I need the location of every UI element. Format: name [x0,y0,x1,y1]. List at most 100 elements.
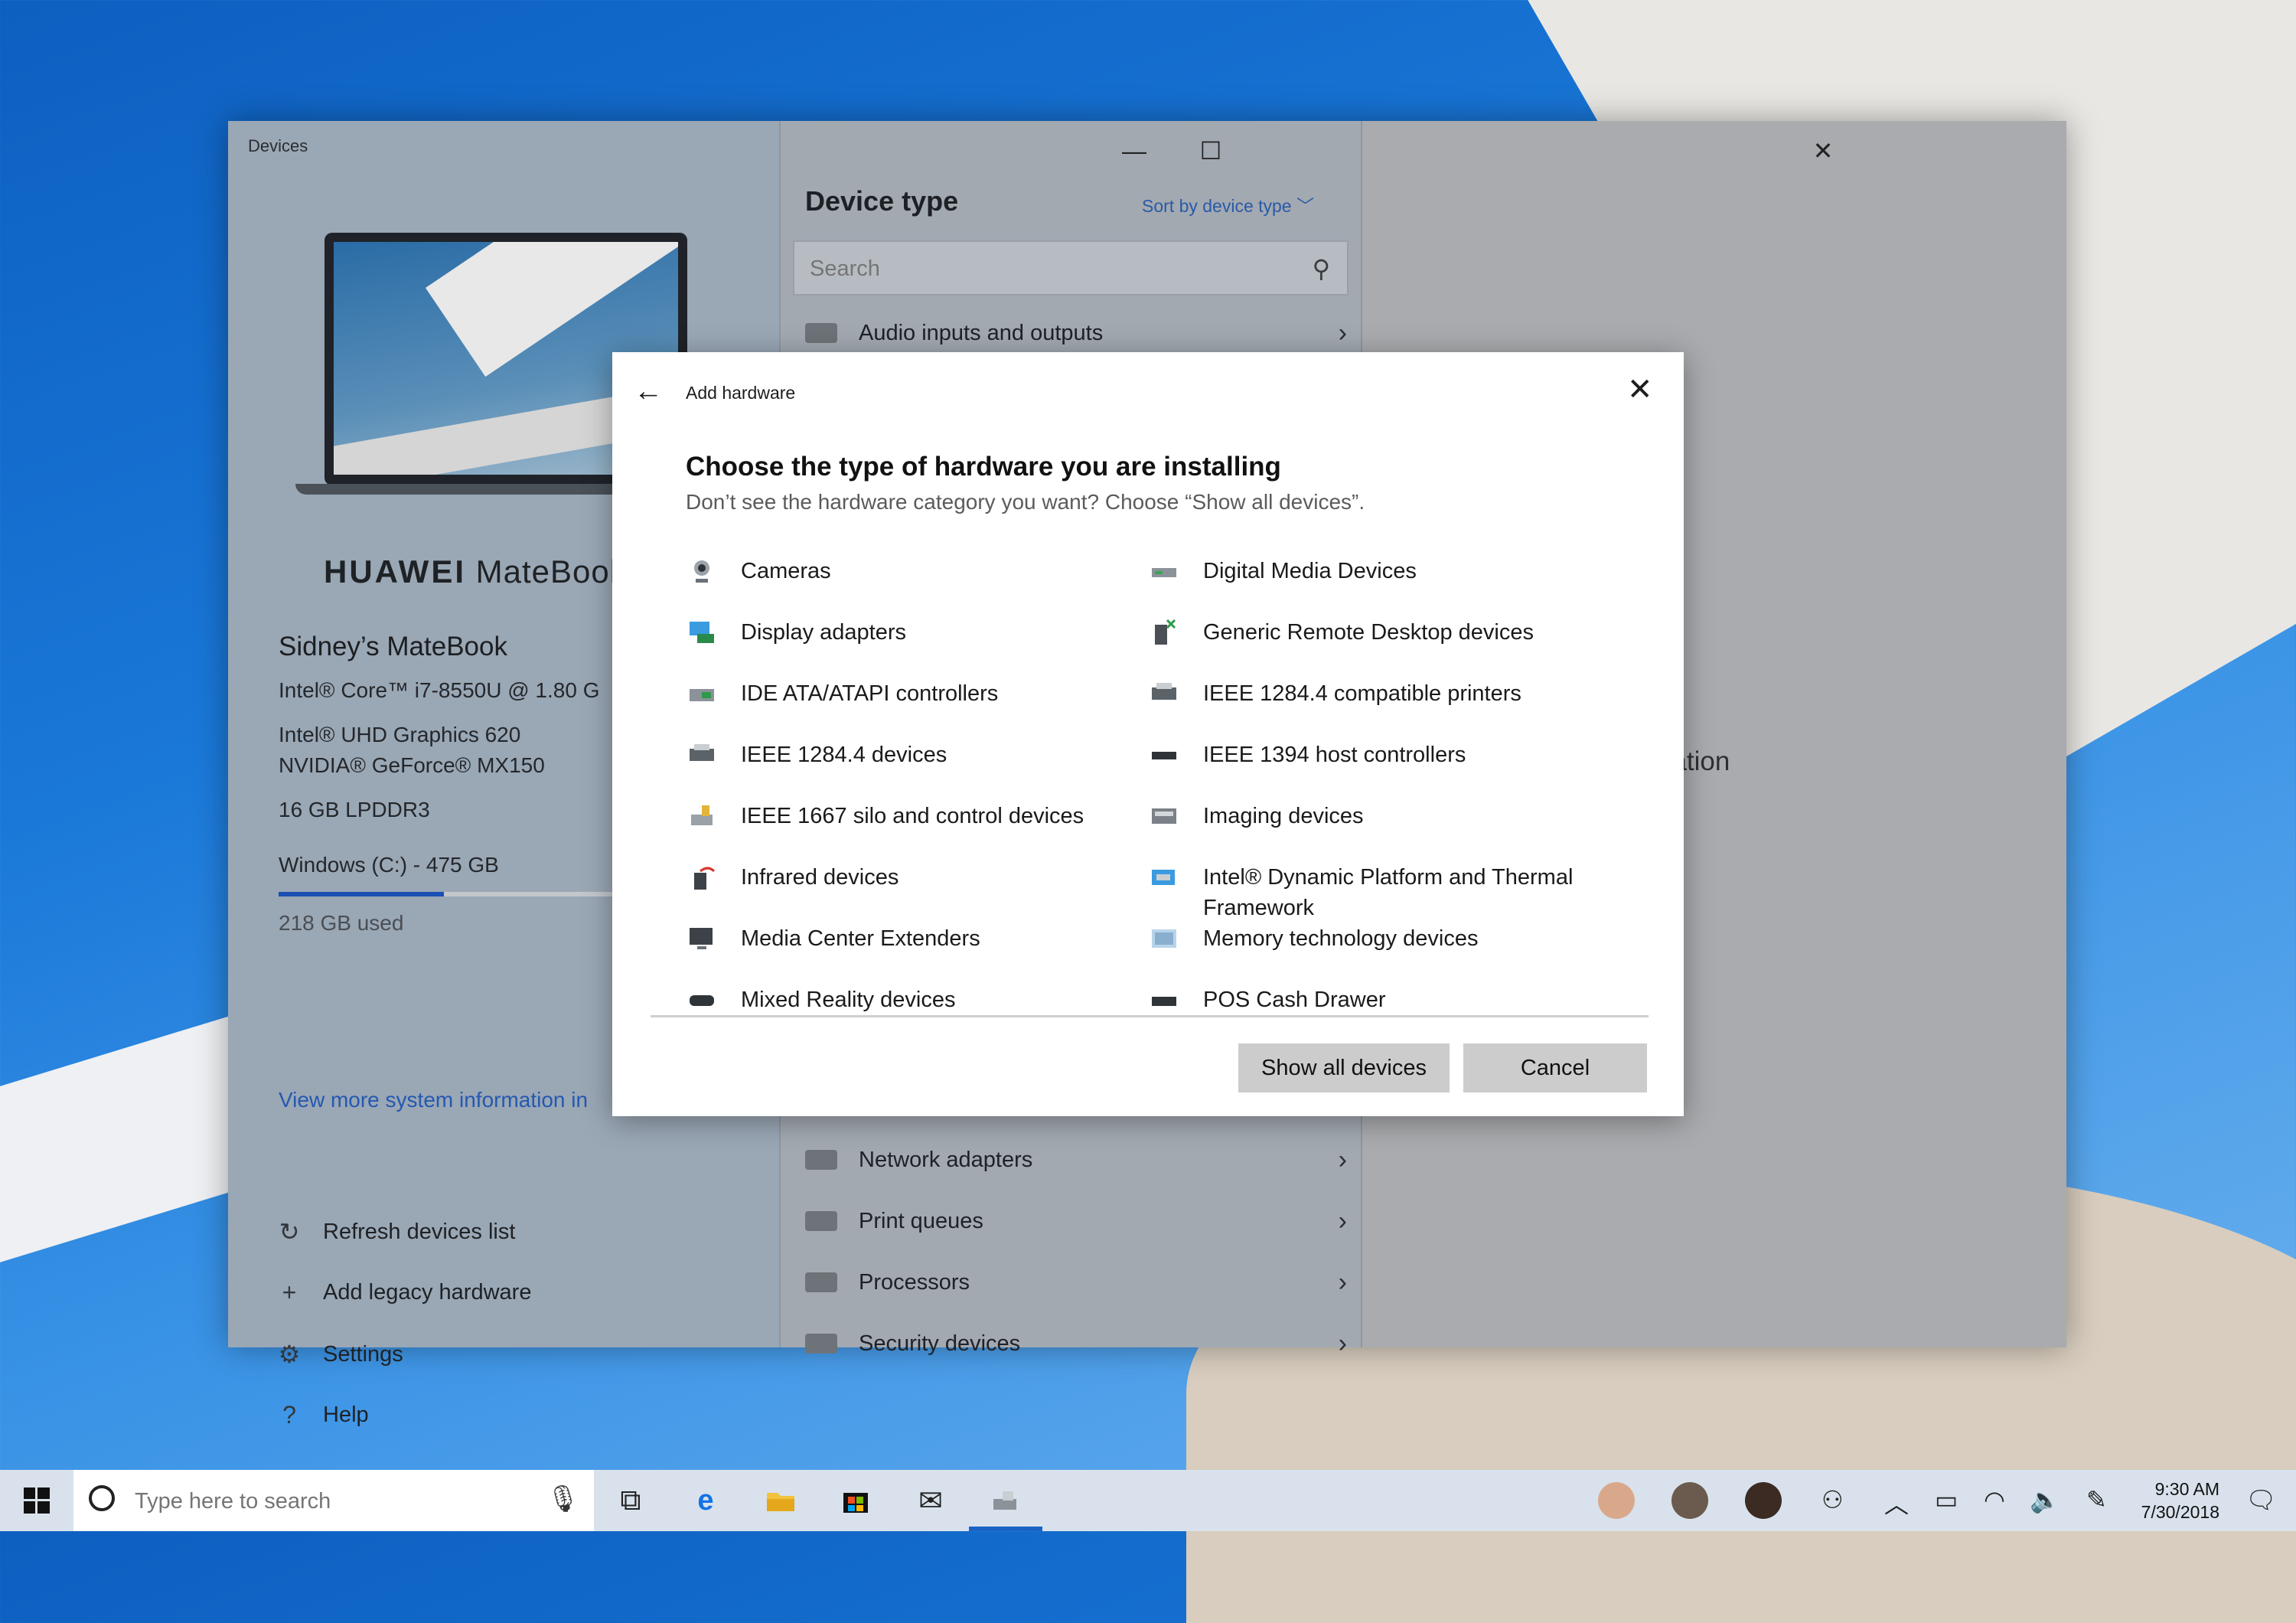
hardware-item-ieee-1284-devices[interactable]: IEEE 1284.4 devices [686,740,1169,770]
printer-device-icon [686,740,718,770]
minimize-button[interactable]: — [1111,132,1157,170]
window-title: Devices [248,136,308,155]
close-button[interactable]: ✕ [1800,132,1846,170]
task-view-icon[interactable]: ⧉ [608,1481,654,1520]
back-arrow-icon[interactable]: ← [634,375,663,408]
memory-device-icon [1148,923,1180,954]
refresh-icon: ↻ [279,1218,300,1246]
clock[interactable]: 9:30 AM 7/30/2018 [2120,1478,2219,1523]
scanner-icon [1148,801,1180,831]
dialog-subtitle: Don’t see the hardware category you want… [686,490,1365,514]
chevron-right-icon: › [1338,1328,1347,1358]
hardware-item-infrared[interactable]: Infrared devices [686,862,1169,893]
settings-button[interactable]: ⚙ Settings [274,1340,403,1369]
edge-browser-icon[interactable]: e [683,1481,729,1520]
gear-icon: ⚙ [278,1341,301,1368]
silo-device-icon [686,801,718,831]
audio-icon [805,323,837,343]
hardware-item-memory-technology[interactable]: Memory technology devices [1148,923,1632,954]
pen-workspace-icon[interactable]: ✎ [2086,1485,2107,1514]
cancel-button[interactable]: Cancel [1463,1043,1647,1092]
clock-date: 7/30/2018 [2141,1502,2219,1522]
hardware-item-ieee-1667[interactable]: IEEE 1667 silo and control devices [686,801,1169,831]
battery-icon[interactable]: ▭ [1935,1485,1958,1514]
hardware-item-digital-media[interactable]: Digital Media Devices [1148,556,1632,586]
security-device-icon [805,1334,837,1354]
cpu-spec: Intel® Core™ i7-8550U @ 1.80 G [279,678,600,702]
mail-icon[interactable]: ✉ [908,1481,954,1520]
cortana-icon[interactable] [89,1485,115,1511]
show-all-devices-button[interactable]: Show all devices [1238,1043,1450,1092]
hardware-item-imaging[interactable]: Imaging devices [1148,801,1632,831]
chevron-right-icon: › [1338,318,1347,348]
hardware-item-remote-desktop[interactable]: Generic Remote Desktop devices [1148,617,1632,648]
device-type-row-print[interactable]: Print queues › [793,1194,1352,1248]
system-info-link[interactable]: View more system information in [279,1088,588,1112]
help-button[interactable]: ? Help [274,1401,369,1429]
device-manager-icon[interactable] [983,1481,1029,1520]
hardware-item-media-center[interactable]: Media Center Extenders [686,923,1169,954]
dialog-heading: Choose the type of hardware you are inst… [686,452,1281,482]
people-avatar-2[interactable] [1671,1482,1708,1519]
display-adapter-icon [686,617,718,648]
people-icon[interactable]: ⚇ [1821,1485,1844,1514]
dialog-title: Add hardware [686,383,796,403]
hardware-item-display-adapters[interactable]: Display adapters [686,617,1169,648]
taskbar: 🎙 ⧉ e ✉ ⚇ ︿ ▭ ◠ 🔈 ✎ 9:30 AM 7/30/2018 🗨 [0,1470,2296,1531]
add-icon: + [282,1278,297,1306]
taskbar-search-input[interactable] [133,1484,534,1519]
microphone-icon[interactable]: 🎙 [546,1484,579,1514]
dialog-close-button[interactable]: ✕ [1627,372,1653,407]
hardware-item-intel-dptf[interactable]: Intel® Dynamic Platform and Thermal Fram… [1148,862,1632,923]
volume-icon[interactable]: 🔈 [2030,1485,2060,1514]
device-type-row-processors[interactable]: Processors › [793,1256,1352,1309]
printer-icon [805,1211,837,1231]
gpu-spec-1: Intel® UHD Graphics 620 [279,723,521,746]
remote-desktop-icon [1148,617,1180,648]
add-hardware-dialog: ← Add hardware ✕ Choose the type of hard… [612,352,1684,1116]
device-type-row-network[interactable]: Network adapters › [793,1133,1352,1187]
wifi-icon[interactable]: ◠ [1984,1485,2005,1514]
device-type-row-security[interactable]: Security devices › [793,1317,1352,1370]
digital-media-icon [1148,556,1180,586]
processor-icon [805,1272,837,1292]
thermal-framework-icon [1148,862,1180,893]
device-name: Sidney’s MateBook [279,632,507,661]
hardware-item-ieee-1394[interactable]: IEEE 1394 host controllers [1148,740,1632,770]
brand-logo: HUAWEI MateBook [324,554,627,589]
hardware-item-ide-controllers[interactable]: IDE ATA/ATAPI controllers [686,678,1169,709]
hardware-item-mixed-reality[interactable]: Mixed Reality devices [686,985,1169,1015]
monitor-icon [686,923,718,954]
action-center-icon[interactable]: 🗨 [2245,1485,2277,1514]
chevron-right-icon: › [1338,1145,1347,1174]
people-avatar-1[interactable] [1598,1482,1635,1519]
ram-spec: 16 GB LPDDR3 [279,798,430,821]
store-icon[interactable] [833,1481,879,1520]
clock-time: 9:30 AM [2154,1479,2219,1499]
windows-start-icon[interactable] [14,1481,60,1520]
people-avatar-3[interactable] [1745,1482,1782,1519]
gpu-spec-2: NVIDIA® GeForce® MX150 [279,753,545,777]
storage-bar-fill [279,892,445,896]
hardware-item-pos-cash-drawer[interactable]: POS Cash Drawer [1148,985,1632,1015]
active-app-indicator [969,1527,1042,1531]
taskbar-search[interactable]: 🎙 [73,1470,594,1531]
sort-dropdown[interactable]: Sort by device type ﹀ [1142,191,1314,217]
file-explorer-icon[interactable] [758,1481,804,1520]
storage-label: Windows (C:) - 475 GB [279,853,499,877]
printer-icon [1148,678,1180,709]
host-controller-icon [1148,740,1180,770]
maximize-button[interactable]: ☐ [1188,132,1234,170]
device-search-input[interactable] [808,253,1270,285]
search-icon[interactable]: ⚲ [1313,254,1330,283]
chevron-up-icon[interactable]: ︿ [1884,1485,1909,1520]
hardware-item-compatible-printers[interactable]: IEEE 1284.4 compatible printers [1148,678,1632,709]
infrared-icon [686,862,718,893]
device-search-box[interactable]: ⚲ [793,240,1349,296]
add-legacy-hardware-button[interactable]: + Add legacy hardware [274,1278,532,1307]
refresh-devices-button[interactable]: ↻ Refresh devices list [274,1217,516,1246]
device-type-title: Device type [805,185,959,217]
hardware-item-cameras[interactable]: Cameras [686,556,1169,586]
help-icon: ? [282,1401,296,1429]
camera-icon [686,556,718,586]
